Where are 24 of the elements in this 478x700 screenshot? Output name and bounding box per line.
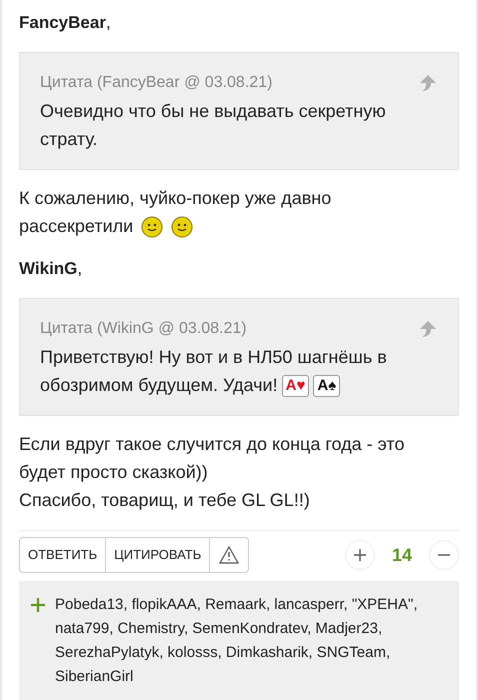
quote-header: Цитата (FancyBear @ 03.08.21): [40, 73, 272, 93]
plus-icon: [354, 549, 366, 561]
plus-icon: [31, 598, 45, 612]
quote-text: Приветствую! Ну вот и в НЛ50 шагнёшь в обозримом будущем. Удачи! A♥ A♠: [40, 343, 402, 399]
arrow-up-icon[interactable]: [418, 319, 438, 339]
likes-list: Pobeda13, flopikAAA, Remaark, lancasperr, "ХРЕНА", nata799, Chemistry, SemenKondratev, Madjer23, SerezhaPylatyk, kolosss, Dimkasharik, SNGTeam, SiberianGirl: [55, 593, 447, 689]
message-text: Спасибо, товарищ, и тебе GL GL!!): [19, 489, 311, 512]
message-text: К сожалению, чуйко-покер уже давно рассекретили: [19, 184, 429, 240]
upvote-button[interactable]: [345, 540, 375, 570]
smiley-icon: [141, 216, 164, 238]
author-name: FancyBear,: [19, 12, 112, 34]
downvote-button[interactable]: [429, 540, 459, 570]
playing-card: A♥: [282, 375, 310, 398]
message-text: Если вдруг такое случится до конца года - это будет просто сказкой)): [19, 433, 406, 484]
arrow-up-icon[interactable]: [418, 73, 438, 93]
rating-count: 14: [390, 544, 414, 566]
smiley-icon: [171, 216, 194, 238]
author-name: WikinG,: [19, 258, 84, 280]
action-button[interactable]: ЦИТИРОВАТЬ: [106, 538, 210, 572]
quote-header: Цитата (WikinG @ 03.08.21): [40, 319, 247, 339]
action-button[interactable]: ОТВЕТИТЬ: [20, 538, 106, 572]
quote-text: Очевидно что бы не выдавать секретную страту.: [40, 100, 387, 151]
playing-card: A♠: [313, 375, 340, 398]
warning-icon: [219, 546, 240, 564]
